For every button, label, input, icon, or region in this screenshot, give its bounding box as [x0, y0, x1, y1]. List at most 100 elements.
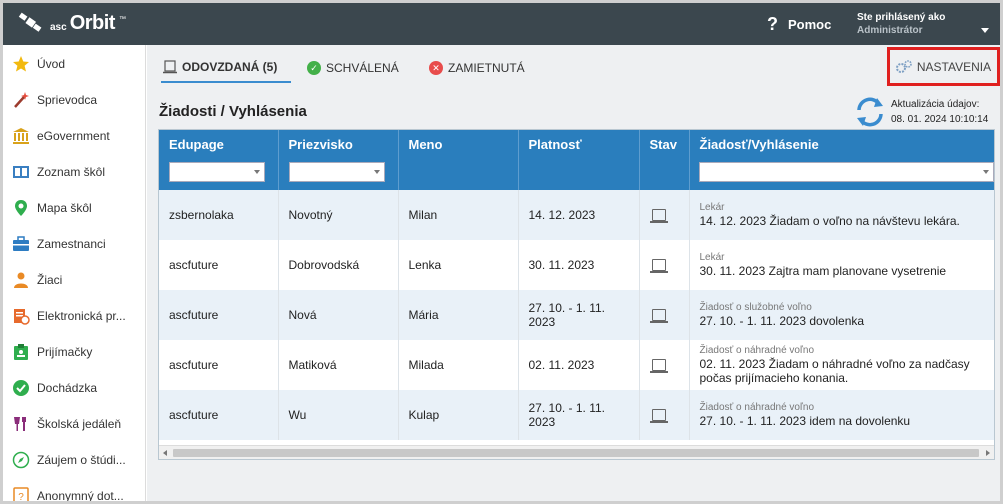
- app-frame: asc Orbit ™ ? Pomoc Ste prihlásený ako A…: [0, 0, 1003, 504]
- request-text: 30. 11. 2023 Zajtra mam planovane vysetr…: [699, 264, 947, 278]
- help-label: Pomoc: [788, 17, 832, 32]
- requests-table: Edupage Priezvisko Meno Platnosť Stav Ži…: [158, 129, 995, 460]
- column-header-label: Žiadosť/Vyhlásenie: [699, 137, 819, 152]
- update-timestamp: 08. 01. 2024 10:10:14: [891, 114, 989, 125]
- user-signed-in-label: Ste prihlásený ako: [857, 12, 946, 23]
- compass-icon: [12, 451, 30, 469]
- cell-name: Lenka: [398, 240, 519, 290]
- cell-edupage: ascfuture: [159, 340, 279, 390]
- request-type: Žiadosť o náhradné voľno: [699, 345, 815, 356]
- gears-icon: [895, 59, 912, 73]
- cell-surname: Novotný: [278, 190, 399, 240]
- sidebar-item-anonymny-dotaznik[interactable]: ? Anonymný dot...: [6, 478, 146, 503]
- settings-button[interactable]: NASTAVENIA: [887, 47, 1000, 86]
- attendance-check-icon: [12, 379, 30, 397]
- sidebar-item-ziaci[interactable]: Žiaci: [6, 262, 146, 298]
- surname-filter-select[interactable]: [288, 162, 385, 182]
- magic-wand-icon: [12, 91, 30, 109]
- logo-name: Orbit: [69, 11, 116, 34]
- table-row[interactable]: ascfuture Nová Mária 27. 10. - 1. 11. 20…: [159, 290, 994, 340]
- request-type: Lekár: [699, 252, 725, 263]
- cell-validity: 02. 11. 2023: [518, 340, 640, 390]
- column-stav: Stav: [639, 130, 690, 190]
- sidebar-item-mapa-skol[interactable]: Mapa škôl: [6, 190, 146, 226]
- user-menu[interactable]: Ste prihlásený ako Administrátor: [857, 11, 989, 37]
- cell-status: [639, 340, 690, 390]
- application-icon: [12, 307, 30, 325]
- check-circle-icon: ✓: [307, 61, 321, 75]
- column-header-label: Platnosť: [528, 137, 582, 152]
- scroll-right-icon[interactable]: [986, 450, 990, 456]
- edupage-filter-select[interactable]: [169, 162, 265, 182]
- column-header-label: Meno: [408, 137, 443, 152]
- cell-status: [639, 390, 690, 440]
- cell-name: Milan: [398, 190, 519, 240]
- request-text: 14. 12. 2023 Žiadam o voľno na návštevu …: [699, 214, 960, 228]
- column-header-label: Stav: [649, 137, 677, 152]
- logo-trademark: ™: [118, 15, 126, 23]
- cell-edupage: ascfuture: [159, 240, 279, 290]
- settings-label: NASTAVENIA: [916, 59, 992, 74]
- sidebar-item-sprievodca[interactable]: Sprievodca: [6, 82, 146, 118]
- cell-request: Žiadosť o náhradné voľno 27. 10. - 1. 11…: [689, 390, 994, 440]
- tab-label: SCHVÁLENÁ: [326, 61, 399, 75]
- cell-name: Mária: [398, 290, 519, 340]
- sidebar-item-prijimacky[interactable]: Prijímačky: [6, 334, 146, 370]
- tab-label: ZAMIETNUTÁ: [448, 61, 525, 75]
- sidebar-item-dochadzka[interactable]: Dochádzka: [6, 370, 146, 406]
- scroll-left-icon[interactable]: [163, 450, 167, 456]
- sidebar-item-label: eGovernment: [37, 129, 110, 143]
- help-button[interactable]: ? Pomoc: [767, 14, 831, 35]
- map-pin-icon: [12, 199, 30, 217]
- table-row[interactable]: ascfuture Matiková Milada 02. 11. 2023 Ž…: [159, 340, 994, 390]
- request-type: Žiadosť o náhradné voľno: [699, 402, 815, 413]
- sidebar-item-skolska-jedalen[interactable]: Školská jedáleň: [6, 406, 146, 442]
- document-icon: [163, 60, 177, 74]
- main-content: ODOVZDANÁ (5) ✓ SCHVÁLENÁ ✕ ZAMIETNUTÁ N…: [147, 45, 1000, 501]
- submitted-status-icon: [649, 409, 668, 423]
- svg-text:?: ?: [18, 492, 24, 503]
- scrollbar-thumb[interactable]: [173, 449, 979, 457]
- student-icon: [12, 271, 30, 289]
- table-row[interactable]: ascfuture Wu Kulap 27. 10. - 1. 11. 2023…: [159, 390, 994, 440]
- admission-icon: [12, 343, 30, 361]
- cell-surname: Nová: [278, 290, 399, 340]
- sidebar-item-egovernment[interactable]: eGovernment: [6, 118, 146, 154]
- cell-status: [639, 240, 690, 290]
- sidebar-item-label: Anonymný dot...: [37, 489, 124, 503]
- submitted-status-icon: [649, 209, 668, 223]
- sidebar-item-zamestnanci[interactable]: Zamestnanci: [6, 226, 146, 262]
- horizontal-scrollbar[interactable]: [159, 445, 994, 459]
- cell-request: Lekár 14. 12. 2023 Žiadam o voľno na náv…: [689, 190, 994, 240]
- tab-schvalena[interactable]: ✓ SCHVÁLENÁ: [307, 53, 399, 83]
- chevron-down-icon: [981, 28, 989, 33]
- sidebar-item-label: Mapa škôl: [37, 201, 92, 215]
- asc-orbit-logo[interactable]: asc Orbit ™: [17, 11, 126, 35]
- request-filter-select[interactable]: [698, 162, 994, 182]
- refresh-icon[interactable]: [853, 95, 887, 129]
- sidebar-item-elektronicka-prihlaska[interactable]: Elektronická pr...: [6, 298, 146, 334]
- tab-zamietnuta[interactable]: ✕ ZAMIETNUTÁ: [429, 53, 525, 83]
- table-row[interactable]: ascfuture Dobrovodská Lenka 30. 11. 2023…: [159, 240, 994, 290]
- column-platnost: Platnosť: [518, 130, 640, 190]
- cell-surname: Matiková: [278, 340, 399, 390]
- sidebar-item-label: Úvod: [37, 57, 66, 71]
- top-bar: asc Orbit ™ ? Pomoc Ste prihlásený ako A…: [3, 3, 1000, 45]
- cell-edupage: zsbernolaka: [159, 190, 279, 240]
- sidebar-item-label: Prijímačky: [37, 345, 93, 359]
- cell-edupage: ascfuture: [159, 290, 279, 340]
- sidebar-item-label: Zoznam škôl: [37, 165, 106, 179]
- sidebar-item-zaujem-o-studium[interactable]: Záujem o štúdi...: [6, 442, 146, 478]
- canteen-icon: [12, 415, 30, 433]
- sidebar-item-zoznam-skol[interactable]: Zoznam škôl: [6, 154, 146, 190]
- chevron-down-icon: [982, 170, 989, 174]
- school-list-icon: [12, 163, 30, 181]
- table-header-row: Edupage Priezvisko Meno Platnosť Stav Ži…: [159, 130, 994, 190]
- tab-odovzdana[interactable]: ODOVZDANÁ (5): [161, 53, 291, 83]
- column-meno: Meno: [398, 130, 519, 190]
- table-row[interactable]: zsbernolaka Novotný Milan 14. 12. 2023 L…: [159, 190, 994, 240]
- sidebar-item-uvod[interactable]: Úvod: [6, 46, 146, 82]
- cell-validity: 27. 10. - 1. 11. 2023: [518, 390, 640, 440]
- sidebar-item-label: Elektronická pr...: [37, 309, 126, 323]
- cell-request: Žiadosť o náhradné voľno 02. 11. 2023 Ži…: [689, 340, 994, 390]
